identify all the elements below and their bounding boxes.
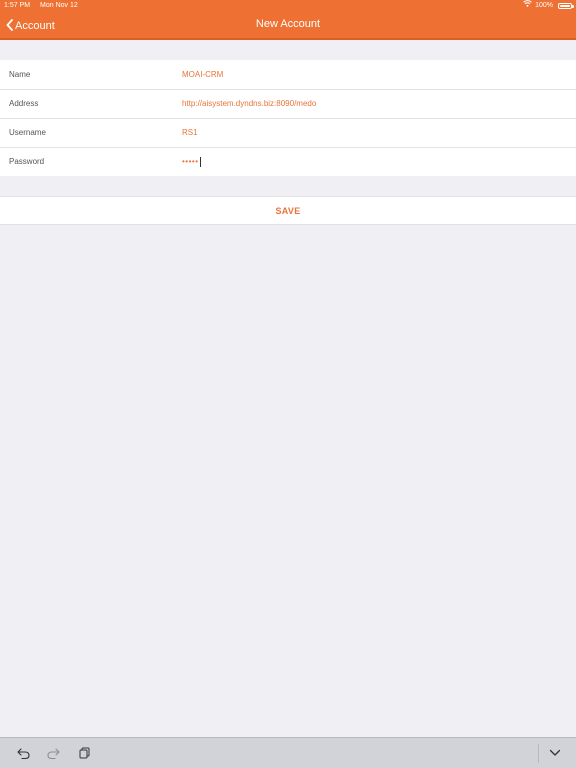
navigation-bar: 1:57 PM Mon Nov 12 100% Account New Acco… — [0, 0, 576, 40]
username-label: Username — [9, 128, 46, 137]
password-dots: ••••• — [182, 156, 199, 166]
battery-icon — [558, 3, 574, 9]
status-bar: 1:57 PM Mon Nov 12 100% — [0, 0, 576, 12]
page-title: New Account — [255, 18, 321, 30]
undo-icon[interactable] — [16, 746, 30, 760]
username-row[interactable]: Username RS1 — [0, 118, 576, 147]
redo-icon[interactable] — [46, 746, 60, 760]
save-button[interactable]: SAVE — [0, 196, 576, 225]
text-cursor — [199, 156, 201, 167]
keyboard-shortcut-bar — [0, 737, 576, 768]
name-row[interactable]: Name MOAI-CRM — [0, 60, 576, 89]
address-row[interactable]: Address http://aisystem.dyndns.biz:8090/… — [0, 89, 576, 118]
password-label: Password — [9, 157, 45, 166]
username-field[interactable]: RS1 — [182, 128, 198, 137]
address-label: Address — [9, 99, 39, 108]
toolbar-divider — [538, 744, 539, 763]
dismiss-keyboard-icon[interactable] — [548, 746, 562, 760]
password-field[interactable]: ••••• — [182, 156, 201, 167]
name-field[interactable]: MOAI-CRM — [182, 70, 223, 79]
wifi-icon — [523, 0, 532, 12]
paste-icon[interactable] — [77, 746, 91, 760]
password-row[interactable]: Password ••••• — [0, 147, 576, 176]
battery-percent: 100% — [535, 2, 553, 9]
name-label: Name — [9, 70, 31, 79]
status-time: 1:57 PM — [4, 2, 31, 9]
status-date: Mon Nov 12 — [40, 2, 78, 9]
account-form: Name MOAI-CRM Address http://aisystem.dy… — [0, 60, 576, 176]
address-field[interactable]: http://aisystem.dyndns.biz:8090/medo — [182, 99, 316, 108]
